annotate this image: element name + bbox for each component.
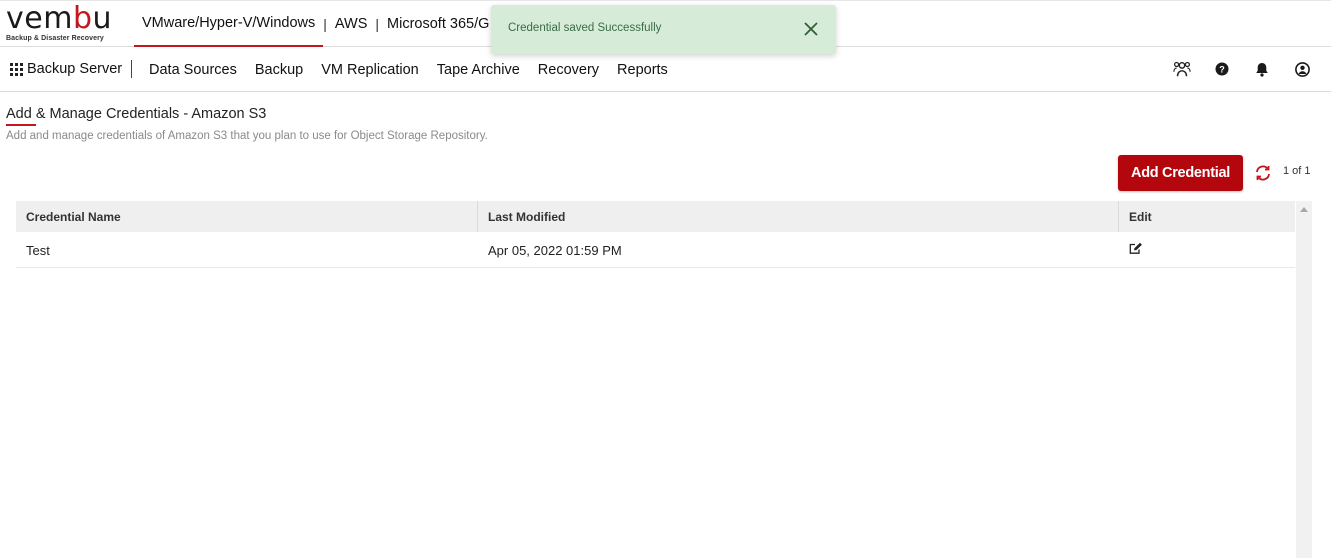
- success-toast: Credential saved Successfully: [491, 5, 836, 54]
- cell-credential-name: Test: [26, 242, 50, 258]
- svg-text:?: ?: [1219, 65, 1225, 75]
- pagination-indicator: 1 of 1: [1283, 165, 1311, 177]
- bell-icon[interactable]: [1253, 58, 1271, 80]
- logo-tagline: Backup & Disaster Recovery: [6, 35, 104, 42]
- nav-divider: [131, 60, 132, 78]
- table-header: Credential Name Last Modified Edit: [16, 201, 1295, 232]
- column-header-edit: Edit: [1129, 209, 1152, 224]
- page-title: Add & Manage Credentials - Amazon S3: [6, 106, 267, 122]
- help-icon[interactable]: ?: [1213, 58, 1231, 80]
- credentials-table: Credential Name Last Modified Edit Test …: [16, 201, 1295, 558]
- apps-grid-icon[interactable]: [10, 63, 23, 76]
- title-underline: [6, 124, 36, 126]
- page-subtitle: Add and manage credentials of Amazon S3 …: [6, 130, 488, 142]
- close-icon[interactable]: [803, 21, 819, 37]
- cell-last-modified: Apr 05, 2022 01:59 PM: [488, 242, 622, 258]
- refresh-icon[interactable]: [1253, 163, 1273, 183]
- tab-microsoft-365[interactable]: Microsoft 365/G: [379, 1, 497, 47]
- table-row[interactable]: Test Apr 05, 2022 01:59 PM: [16, 232, 1295, 268]
- nav-data-sources[interactable]: Data Sources: [140, 62, 246, 78]
- backup-server-label[interactable]: Backup Server: [27, 61, 122, 77]
- nav-reports[interactable]: Reports: [608, 62, 677, 78]
- users-group-icon[interactable]: [1173, 58, 1191, 80]
- nav-vm-replication[interactable]: VM Replication: [312, 62, 428, 78]
- logo-wordmark: vembu: [6, 1, 112, 36]
- cell-edit: [1119, 232, 1295, 268]
- user-account-icon[interactable]: [1293, 58, 1311, 80]
- tab-vmware-hyperv-windows[interactable]: VMware/Hyper-V/Windows: [134, 1, 324, 47]
- table-scrollbar[interactable]: [1296, 201, 1312, 558]
- nav-recovery[interactable]: Recovery: [529, 62, 608, 78]
- add-credential-button[interactable]: Add Credential: [1118, 155, 1243, 191]
- nav-icon-group: ?: [1173, 58, 1311, 80]
- scroll-up-arrow-icon[interactable]: [1300, 207, 1308, 212]
- tab-aws[interactable]: AWS: [327, 1, 376, 47]
- nav-tape-archive[interactable]: Tape Archive: [428, 62, 529, 78]
- column-header-credential-name[interactable]: Credential Name: [16, 201, 478, 232]
- column-header-last-modified[interactable]: Last Modified: [478, 201, 1119, 232]
- vembu-logo[interactable]: vembu Backup & Disaster Recovery: [6, 4, 116, 44]
- toast-message: Credential saved Successfully: [508, 22, 662, 34]
- edit-icon[interactable]: [1129, 242, 1143, 258]
- nav-backup[interactable]: Backup: [246, 62, 312, 78]
